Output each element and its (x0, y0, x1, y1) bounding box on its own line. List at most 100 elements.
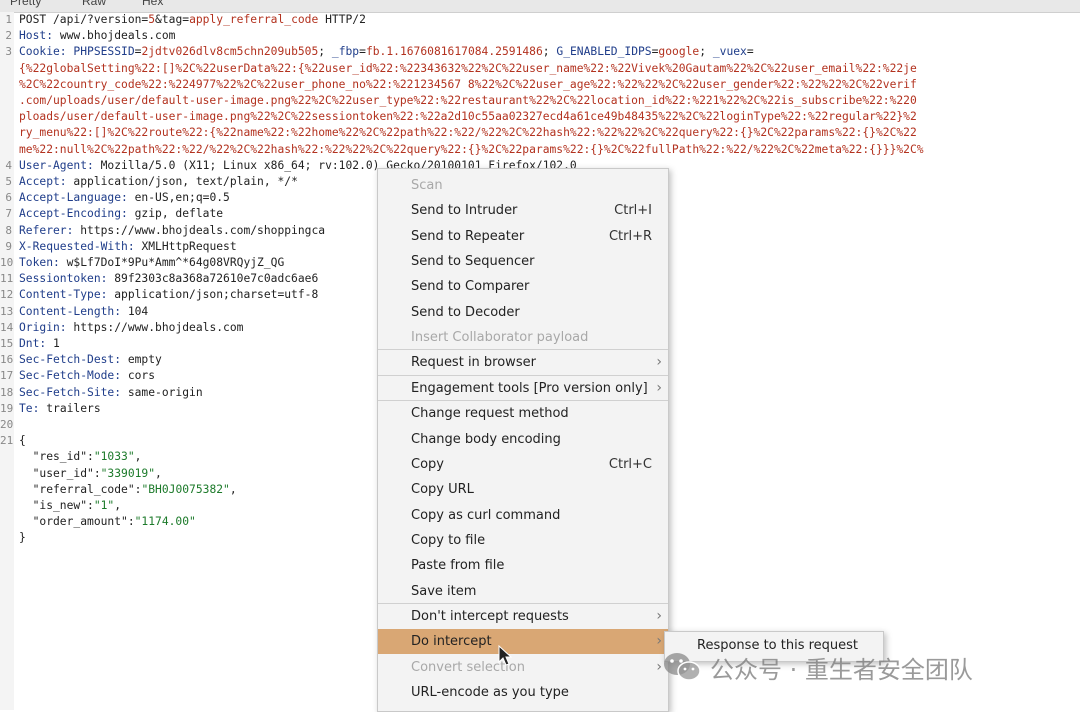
token: "1" (93, 499, 115, 512)
menu-item-send-to-repeater[interactable]: Send to Repeater Ctrl+R (378, 224, 668, 249)
menu-item-request-in-browser[interactable]: Request in browser › (378, 350, 668, 375)
token: Host: (19, 29, 60, 43)
token: en-US,en;q=0.5 (134, 191, 230, 205)
line-number: 5 (5, 175, 12, 188)
token: Sec-Fetch-Dest: (19, 353, 128, 367)
token: POST /api/?version= (19, 13, 149, 26)
menu-item-copy[interactable]: Copy Ctrl+C (378, 452, 668, 477)
token: cors (127, 369, 156, 383)
line-number: 8 (5, 223, 12, 237)
token: "BH0J0075382" (141, 482, 230, 496)
line-text: Accept-Language: en-US,en;q=0.5 (19, 190, 230, 206)
token: = (746, 45, 754, 59)
token: "order_amount": (19, 515, 135, 529)
line-number: 9 (5, 239, 12, 253)
line-number: 6 (5, 191, 12, 205)
token: ; (542, 45, 557, 59)
menu-item-save-item[interactable]: Save item (378, 579, 668, 604)
menu-item-send-to-intruder[interactable]: Send to Intruder Ctrl+I (378, 198, 668, 223)
menu-item-label: Send to Sequencer (411, 254, 535, 270)
menu-item-url-encode-as-you-type[interactable]: URL-encode as you type (378, 680, 668, 705)
line-number: 4 (5, 158, 12, 172)
line-text: me%22:null%2C%22path%22:%22/%22%2C%22has… (19, 142, 924, 158)
token: ; (699, 45, 713, 59)
token: "is_new": (19, 499, 94, 512)
line-number: 19 (0, 401, 14, 415)
token: https://www.bhojdeals.com (73, 320, 244, 334)
token: Dnt: (19, 337, 54, 350)
token: Token: (19, 256, 67, 269)
menu-item-change-body-encoding[interactable]: Change body encoding (378, 427, 668, 452)
line-number: 1 (5, 13, 12, 26)
token: _fbp (331, 45, 360, 59)
line-text: Host: www.bhojdeals.com (19, 28, 175, 44)
menu-item-label: Request in browser (411, 355, 536, 371)
menu-item-label: Engagement tools [Pro version only] (411, 380, 648, 396)
menu-item-copy-to-file[interactable]: Copy to file (378, 528, 668, 553)
tab-raw[interactable]: Raw (82, 0, 106, 8)
menu-item-shortcut: Ctrl+R (608, 228, 652, 244)
token: "1174.00" (134, 515, 196, 529)
menu-item-don-t-intercept-requests[interactable]: Don't intercept requests › (378, 604, 668, 629)
token: %2C%22country_code%22:%224977%22%2C%22us… (19, 77, 917, 91)
token: XMLHttpRequest (141, 239, 237, 253)
line-text: Sessiontoken: 89f2303c8a368a72610e7c0adc… (19, 271, 318, 287)
token: Sec-Fetch-Site: (19, 385, 128, 399)
menu-item-label: Send to Decoder (411, 304, 520, 320)
tab-hex[interactable]: Hex (142, 0, 163, 8)
menu-item-label: Paste from file (411, 558, 505, 574)
token: , (155, 466, 162, 480)
token: Sec-Fetch-Mode: (19, 369, 128, 383)
line-text: "order_amount":"1174.00" (19, 514, 196, 530)
menu-item-change-request-method[interactable]: Change request method (378, 401, 668, 426)
token: www.bhojdeals.com (59, 29, 176, 43)
menu-item-send-to-decoder[interactable]: Send to Decoder (378, 300, 668, 325)
menu-item-engagement-tools-pro-version-only[interactable]: Engagement tools [Pro version only] › (378, 376, 668, 401)
line-text: { (19, 433, 26, 449)
token: Sessiontoken: (19, 272, 115, 286)
menu-item-copy-url[interactable]: Copy URL (378, 477, 668, 502)
line-number: 10 (0, 256, 14, 269)
token: Te: (19, 401, 47, 415)
line-number: 16 (0, 353, 14, 367)
token: Accept: (19, 175, 74, 188)
token: trailers (46, 401, 101, 415)
token: me%22:null%2C%22path%22:%22/%22%2C%22has… (19, 142, 924, 156)
menu-item-send-to-sequencer[interactable]: Send to Sequencer (378, 249, 668, 274)
chevron-right-icon: › (656, 379, 662, 396)
line-number: 12 (0, 288, 14, 302)
token: ry_menu%22:[]%2C%22route%22:{%22name%22:… (19, 126, 917, 140)
line-text: Sec-Fetch-Site: same-origin (19, 385, 203, 401)
line-text: } (19, 530, 26, 546)
line-text: {%22globalSetting%22:[]%2C%22userData%22… (19, 61, 917, 77)
line-number: 3 (5, 45, 12, 59)
line-text: Token: w$Lf7DoI*9Pu*Amm^*64g08VRQyjZ_QG (19, 255, 284, 271)
token: HTTP/2 (318, 13, 366, 26)
token: _vuex (712, 45, 747, 59)
menu-item-label: Copy (411, 456, 444, 472)
menu-item-insert-collaborator-payload: Insert Collaborator payload (378, 325, 668, 350)
line-number: 14 (0, 320, 14, 334)
tab-pretty[interactable]: Pretty (10, 0, 41, 8)
chevron-right-icon: › (656, 354, 662, 371)
token: , (114, 499, 122, 512)
token: G_ENABLED_IDPS (556, 45, 652, 59)
menu-item-copy-as-curl-command[interactable]: Copy as curl command (378, 503, 668, 528)
line-number: 7 (5, 207, 12, 221)
menu-item-label: Scan (411, 178, 443, 193)
token: 1 (53, 337, 60, 350)
menu-item-label: Change body encoding (411, 431, 561, 447)
token: application/json;charset=utf-8 (114, 288, 319, 302)
token: "user_id": (19, 466, 101, 480)
token: empty (127, 353, 162, 367)
token: "339019" (100, 466, 156, 480)
token: Accept-Encoding: (19, 207, 135, 221)
menu-item-paste-from-file[interactable]: Paste from file (378, 553, 668, 578)
chevron-right-icon: › (656, 607, 662, 624)
menu-item-do-intercept[interactable]: Do intercept › (378, 629, 668, 655)
token: apply_referral_code (189, 13, 319, 26)
token: } (19, 531, 26, 545)
token: w$Lf7DoI*9Pu*Amm^*64g08VRQyjZ_QG (66, 256, 285, 269)
menu-item-send-to-comparer[interactable]: Send to Comparer (378, 274, 668, 299)
token: Content-Length: (19, 304, 128, 318)
